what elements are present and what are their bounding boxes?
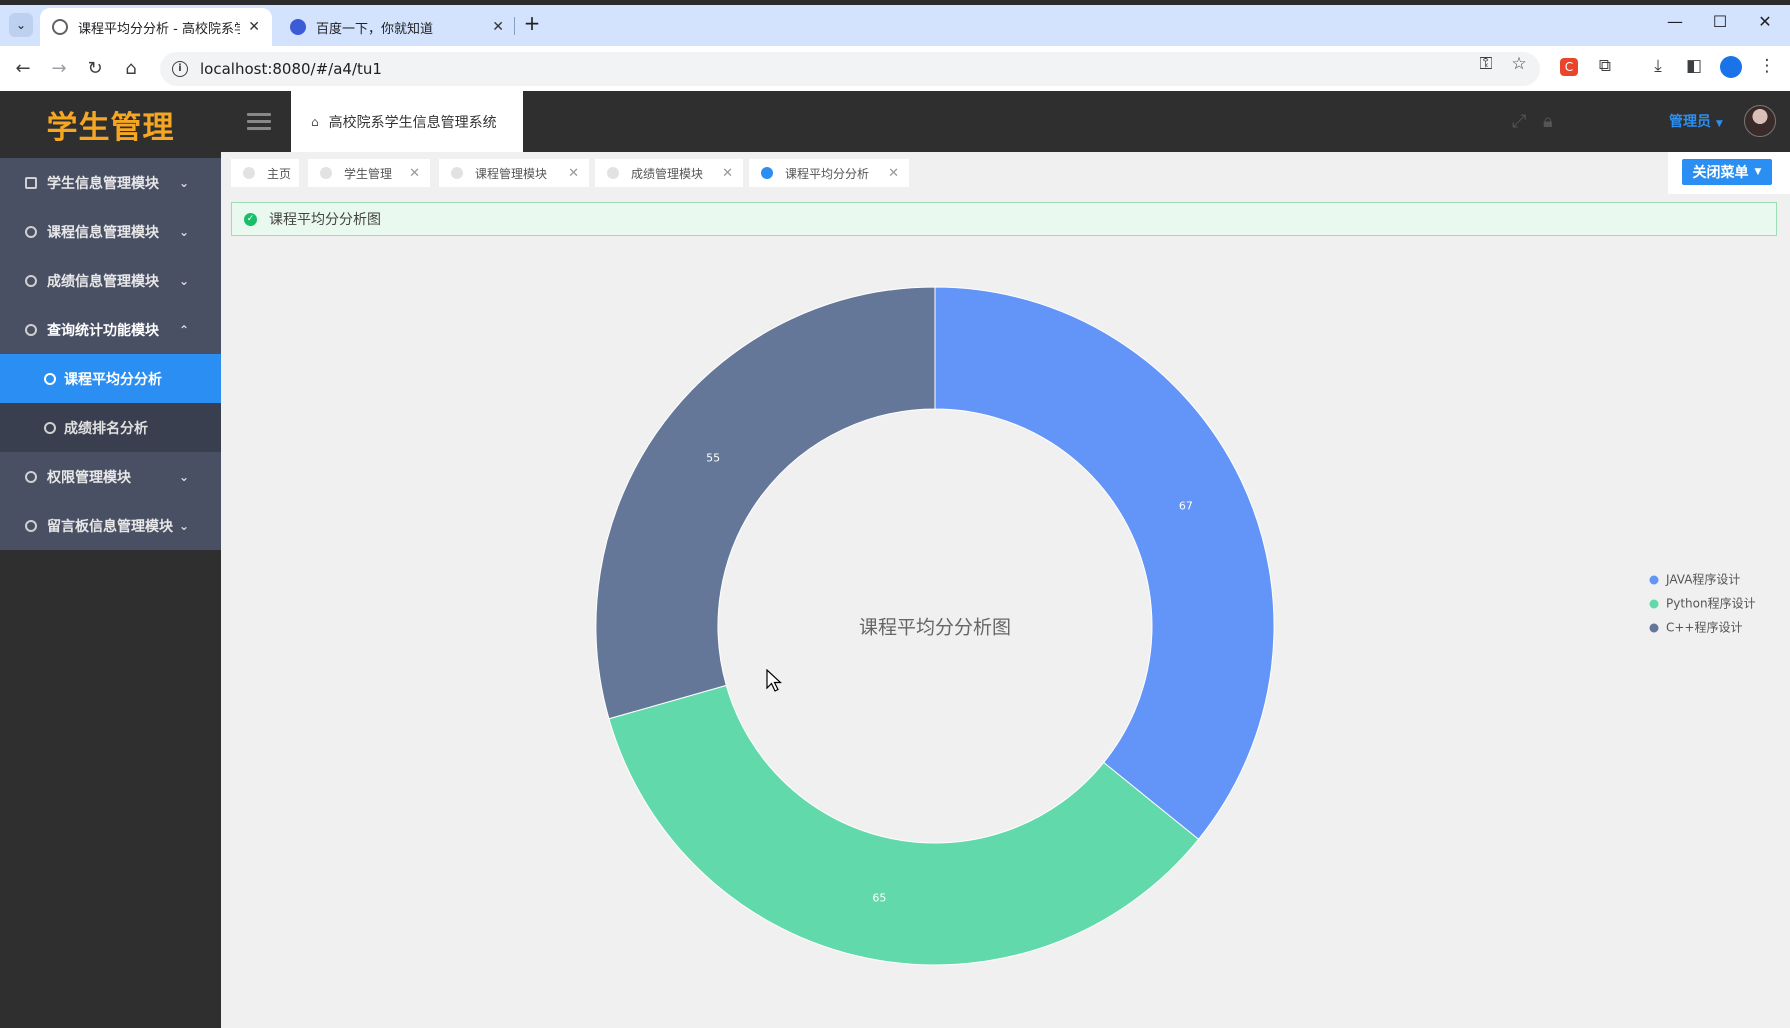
- slice-value-label: 55: [706, 451, 720, 464]
- gear-icon: [25, 470, 37, 483]
- legend-marker[interactable]: [1649, 623, 1659, 633]
- close-tab-icon[interactable]: ✕: [492, 19, 504, 35]
- profile-avatar-icon[interactable]: [1720, 56, 1742, 78]
- side-panel-icon[interactable]: ◧: [1681, 56, 1707, 76]
- globe-icon: [52, 19, 68, 35]
- bookmark-star-icon[interactable]: ☆: [1505, 54, 1533, 74]
- sidebar-subitem-label: 成绩排名分析: [64, 420, 148, 437]
- chart-title: 课程平均分分析图: [859, 617, 1011, 639]
- sidebar-item-label: 成绩信息管理模块: [47, 273, 159, 290]
- gear-icon: [44, 421, 56, 434]
- chart-icon: [25, 176, 37, 189]
- chevron-up-icon: ⌃: [178, 322, 189, 337]
- browser-tab-active[interactable]: 课程平均分分析 - 高校院系学生 ✕: [40, 8, 272, 46]
- legend-marker[interactable]: [1649, 575, 1659, 585]
- chevron-down-icon: ⌄: [178, 224, 189, 239]
- browser-tab-inactive[interactable]: 百度一下，你就知道 ✕: [278, 8, 516, 46]
- app-root: 学生管理 学生信息管理模块 ⌄ 课程信息管理模块 ⌄ 成绩信息管理模块 ⌄ 查询…: [0, 91, 1790, 1028]
- sidebar-item-label: 学生信息管理模块: [47, 175, 159, 192]
- sidebar-item-student-info[interactable]: 学生信息管理模块 ⌄: [0, 158, 221, 207]
- url-text: localhost:8080/#/a4/tu1: [200, 60, 382, 78]
- browser-toolbar: ← → ↻ ⌂ i localhost:8080/#/a4/tu1 ⚿ ☆: [0, 46, 1790, 91]
- extension-icon[interactable]: C: [1560, 58, 1578, 76]
- url-bar[interactable]: i localhost:8080/#/a4/tu1: [160, 52, 1540, 86]
- donut-chart: 67 65 55 课程平均分分析图 JAVA程序设计 Python程序设计 C++程序设计: [595, 286, 1756, 966]
- window-close-icon[interactable]: ✕: [1750, 12, 1780, 31]
- sidebar-item-query-stats[interactable]: 查询统计功能模块 ⌃: [0, 305, 221, 354]
- chevron-down-icon: ⌄: [178, 469, 189, 484]
- pie-slice-python[interactable]: [608, 684, 1200, 966]
- baidu-paw-icon: [290, 19, 306, 35]
- browser-tabstrip: ⌄ 课程平均分分析 - 高校院系学生 ✕ 百度一下，你就知道 ✕ + — ☐ ✕: [0, 0, 1790, 46]
- legend-label[interactable]: JAVA程序设计: [1665, 572, 1740, 587]
- sidebar-item-label: 查询统计功能模块: [47, 322, 159, 339]
- browser-tab-title: 课程平均分分析 - 高校院系学生: [78, 21, 240, 37]
- sidebar-item-label: 权限管理模块: [47, 469, 131, 486]
- legend-marker[interactable]: [1649, 599, 1659, 609]
- chevron-down-icon: ⌄: [178, 273, 189, 288]
- sidebar: 学生管理 学生信息管理模块 ⌄ 课程信息管理模块 ⌄ 成绩信息管理模块 ⌄ 查询…: [0, 91, 221, 1028]
- gear-icon: [25, 274, 37, 287]
- new-tab-icon[interactable]: +: [520, 12, 544, 36]
- chevron-down-icon: ⌄: [178, 518, 189, 533]
- key-icon[interactable]: ⚿: [1472, 54, 1500, 74]
- more-menu-icon[interactable]: ⋮: [1754, 56, 1780, 76]
- slice-value-label: 67: [1179, 499, 1193, 512]
- extensions-puzzle-icon[interactable]: ⧉: [1592, 56, 1618, 76]
- gear-icon: [44, 372, 56, 385]
- home-icon[interactable]: ⌂: [118, 56, 144, 82]
- pie-slice-cpp[interactable]: [595, 286, 936, 720]
- sidebar-subitem-label: 课程平均分分析: [64, 371, 162, 388]
- sidebar-subitem-course-average[interactable]: 课程平均分分析: [0, 354, 221, 403]
- app-logo: 学生管理: [0, 91, 221, 158]
- minimize-icon[interactable]: —: [1660, 12, 1690, 31]
- browser-tab-title: 百度一下，你就知道: [316, 21, 434, 37]
- reload-icon[interactable]: ↻: [82, 56, 108, 82]
- window-top-border: [0, 0, 1790, 5]
- main-content: ⌂ 高校院系学生信息管理系统 ⤢ 🔒︎ 管理员 ▼ 主页 学生管理 ✕ 课程管理…: [221, 91, 1790, 1028]
- forward-icon[interactable]: →: [46, 56, 72, 82]
- sidebar-item-score-info[interactable]: 成绩信息管理模块 ⌄: [0, 256, 221, 305]
- chevron-down-icon: ⌄: [178, 175, 189, 190]
- sidebar-item-permissions[interactable]: 权限管理模块 ⌄: [0, 452, 221, 501]
- gear-icon: [25, 519, 37, 532]
- download-icon[interactable]: ⤓: [1645, 56, 1671, 76]
- legend-label[interactable]: C++程序设计: [1666, 620, 1743, 635]
- sidebar-subitem-score-ranking[interactable]: 成绩排名分析: [0, 403, 221, 452]
- gear-icon: [25, 323, 37, 336]
- mouse-cursor-icon: [766, 669, 782, 692]
- slice-value-label: 65: [872, 891, 886, 904]
- legend-label[interactable]: Python程序设计: [1666, 596, 1756, 611]
- sidebar-menu: 学生信息管理模块 ⌄ 课程信息管理模块 ⌄ 成绩信息管理模块 ⌄ 查询统计功能模…: [0, 158, 221, 550]
- sidebar-item-label: 课程信息管理模块: [47, 224, 159, 241]
- site-info-icon[interactable]: i: [172, 61, 188, 77]
- close-tab-icon[interactable]: ✕: [248, 19, 260, 35]
- gear-icon: [25, 225, 37, 238]
- back-icon[interactable]: ←: [10, 56, 36, 82]
- sidebar-item-label: 留言板信息管理模块: [47, 518, 173, 535]
- sidebar-item-course-info[interactable]: 课程信息管理模块 ⌄: [0, 207, 221, 256]
- tab-separator: [514, 17, 515, 35]
- sidebar-submenu: 课程平均分分析 成绩排名分析: [0, 354, 221, 452]
- pie-slice-java[interactable]: [934, 286, 1275, 840]
- maximize-icon[interactable]: ☐: [1705, 12, 1735, 31]
- tab-search-icon[interactable]: ⌄: [9, 13, 33, 37]
- sidebar-item-message-board[interactable]: 留言板信息管理模块 ⌄: [0, 501, 221, 550]
